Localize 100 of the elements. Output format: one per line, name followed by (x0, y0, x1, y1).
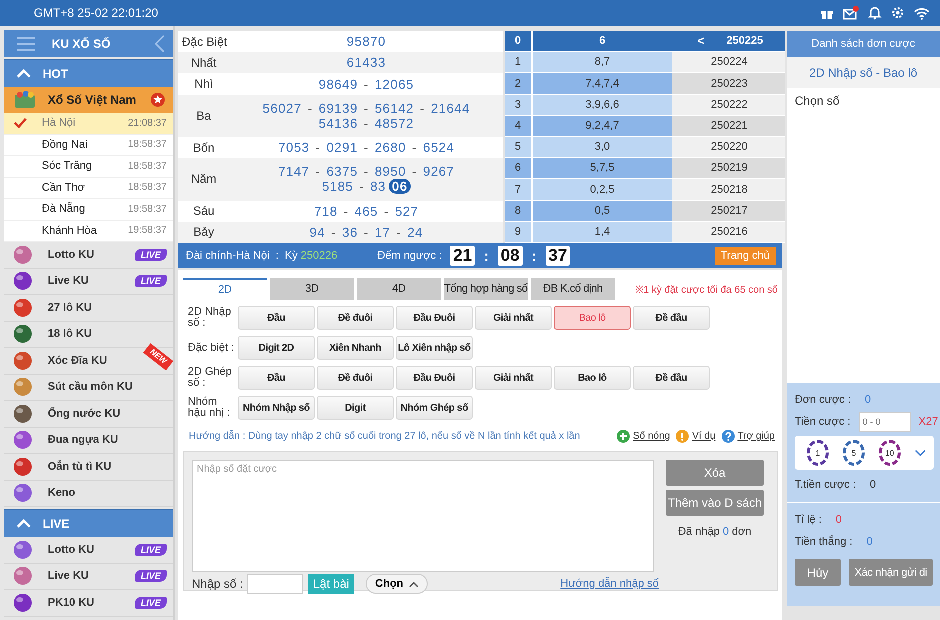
option-button[interactable]: Đầu Đuôi (396, 306, 473, 330)
number-input-field[interactable] (247, 574, 304, 594)
separator-text: - (364, 140, 369, 156)
stake-input-field[interactable]: 0 - 0 (858, 412, 911, 432)
game-item[interactable]: Ống nước KU (4, 401, 173, 428)
option-button[interactable]: Đầu Đuôi (396, 366, 473, 390)
game-item[interactable]: Đua ngựa KU (4, 428, 173, 454)
section-header[interactable]: LIVE (4, 509, 173, 537)
total-label: T.tiền cược : (795, 479, 856, 491)
separator-text: - (344, 204, 349, 219)
option-button[interactable]: Đề đuôi (317, 306, 394, 330)
draw-time: 19:58:37 (128, 204, 167, 215)
prize-label: Nhì (194, 77, 214, 91)
chip-button[interactable]: 1 (807, 440, 829, 466)
table-cell: 3 (505, 94, 533, 116)
bet-input-field[interactable]: Nhập số đặt cược (192, 460, 654, 572)
table-cell: 1 (505, 52, 533, 74)
chip-button[interactable]: 10 (878, 440, 901, 466)
table-cell: 250220 (711, 141, 748, 154)
game-item[interactable]: Oẳn tù tì KU (4, 454, 173, 480)
prize-number: 465 (354, 204, 378, 219)
option-button[interactable]: Nhóm Ghép số (396, 396, 473, 420)
prize-number: 0291 (326, 140, 358, 156)
prize-number: 718 (314, 204, 338, 219)
game-icon (12, 456, 34, 477)
bell-icon[interactable] (868, 6, 882, 20)
game-item[interactable]: 18 lô KU (4, 322, 173, 348)
prize-label: Bốn (192, 140, 216, 155)
option-button[interactable]: Digit 2D (238, 336, 315, 360)
city-item[interactable]: Đà Nẵng 19:58:37 (4, 199, 173, 220)
option-button[interactable]: Đề đầu (633, 306, 710, 330)
game-item[interactable]: Live KU LIVE (4, 268, 173, 295)
option-button[interactable]: Xiên Nhanh (317, 336, 394, 360)
game-name: Đua ngựa KU (48, 434, 118, 446)
lottery-group[interactable]: Xổ Số Việt Nam (4, 87, 173, 113)
separator-text: - (384, 204, 390, 219)
prize-number: 24 (408, 224, 424, 240)
option-button[interactable]: Lô Xiên nhập số (396, 336, 473, 360)
tab[interactable]: 3D (270, 278, 354, 300)
table-cell: 250218 (711, 184, 748, 196)
game-item[interactable]: Keno (4, 480, 173, 507)
city-name: Hà Nội (42, 117, 77, 130)
separator-text: - (364, 164, 369, 180)
sidebar-title: KU XỔ SỐ (52, 36, 112, 50)
option-button[interactable]: Đề đuôi (317, 366, 394, 390)
tab[interactable]: 4D (357, 278, 441, 300)
previous-button[interactable]: < (696, 34, 707, 48)
option-button[interactable]: Digit (317, 396, 394, 420)
game-item[interactable]: Sút cầu môn KU (4, 374, 173, 401)
tab[interactable]: Tổng hợp hàng số (444, 278, 528, 300)
city-item[interactable]: Sóc Trăng 18:58:37 (4, 156, 173, 178)
separator-text: - (420, 100, 426, 116)
chip-button[interactable]: 5 (842, 440, 865, 466)
tab[interactable]: ĐB K.cố định (531, 278, 615, 300)
game-icon (12, 592, 34, 613)
game-item[interactable]: Live KU LIVE (4, 564, 173, 590)
game-icon (12, 298, 34, 318)
table-cell: 250219 (711, 162, 748, 174)
option-button[interactable]: Đề đầu (633, 366, 710, 390)
prize-number: 56027 (262, 100, 302, 116)
table-cell: 250223 (711, 78, 748, 90)
city-item[interactable]: Hà Nội 21:08:37 (4, 113, 173, 134)
choose-button[interactable]: Chọn (366, 574, 428, 594)
settings-icon[interactable] (891, 6, 905, 20)
game-item[interactable]: Lotto KU LIVE (4, 242, 173, 268)
help-link[interactable]: Trợ giúp (738, 431, 775, 442)
table-cell: 6 (533, 31, 672, 52)
city-item[interactable]: Đồng Nai 18:58:37 (4, 134, 173, 156)
separator-text: - (412, 140, 418, 156)
option-button[interactable]: Giải nhất (475, 306, 552, 330)
mail-icon[interactable] (843, 6, 859, 20)
table-cell: 250221 (711, 120, 748, 132)
help-link[interactable]: Số nóng (633, 431, 670, 442)
option-button[interactable]: Đầu (238, 306, 315, 330)
total-value: 0 (870, 479, 876, 491)
game-item[interactable]: 27 lô KU (4, 295, 173, 322)
chevron-icon (17, 519, 31, 528)
option-button[interactable]: Bao lô (554, 366, 631, 390)
table-cell: 250217 (711, 204, 748, 217)
section-header[interactable]: HOT (4, 59, 173, 87)
howto-link[interactable]: Hướng dẫn nhập số (560, 578, 659, 590)
chevron-down-icon[interactable] (914, 448, 926, 458)
city-item[interactable]: Khánh Hòa 19:58:37 (4, 220, 173, 242)
city-item[interactable]: Cần Thơ 18:58:37 (4, 178, 173, 199)
separator-text: - (364, 76, 369, 92)
number-label: Nhập số : (192, 577, 244, 591)
game-item[interactable]: PK10 KU LIVE (4, 590, 173, 616)
prize-number: 56142 (374, 100, 414, 116)
help-link[interactable]: Ví dụ (692, 431, 716, 442)
option-button[interactable]: Đầu (238, 366, 315, 390)
game-icon (12, 430, 34, 450)
separator-text: - (396, 224, 402, 240)
game-item[interactable]: Lotto KU LIVE (4, 537, 173, 564)
caret-icon (408, 580, 419, 588)
separator-text: - (364, 224, 369, 240)
game-icon (12, 350, 34, 371)
wifi-icon[interactable] (914, 6, 930, 20)
option-button[interactable]: Nhóm Nhập số (238, 396, 315, 420)
game-name: Keno (48, 487, 76, 500)
option-button[interactable]: Giải nhất (475, 366, 552, 390)
